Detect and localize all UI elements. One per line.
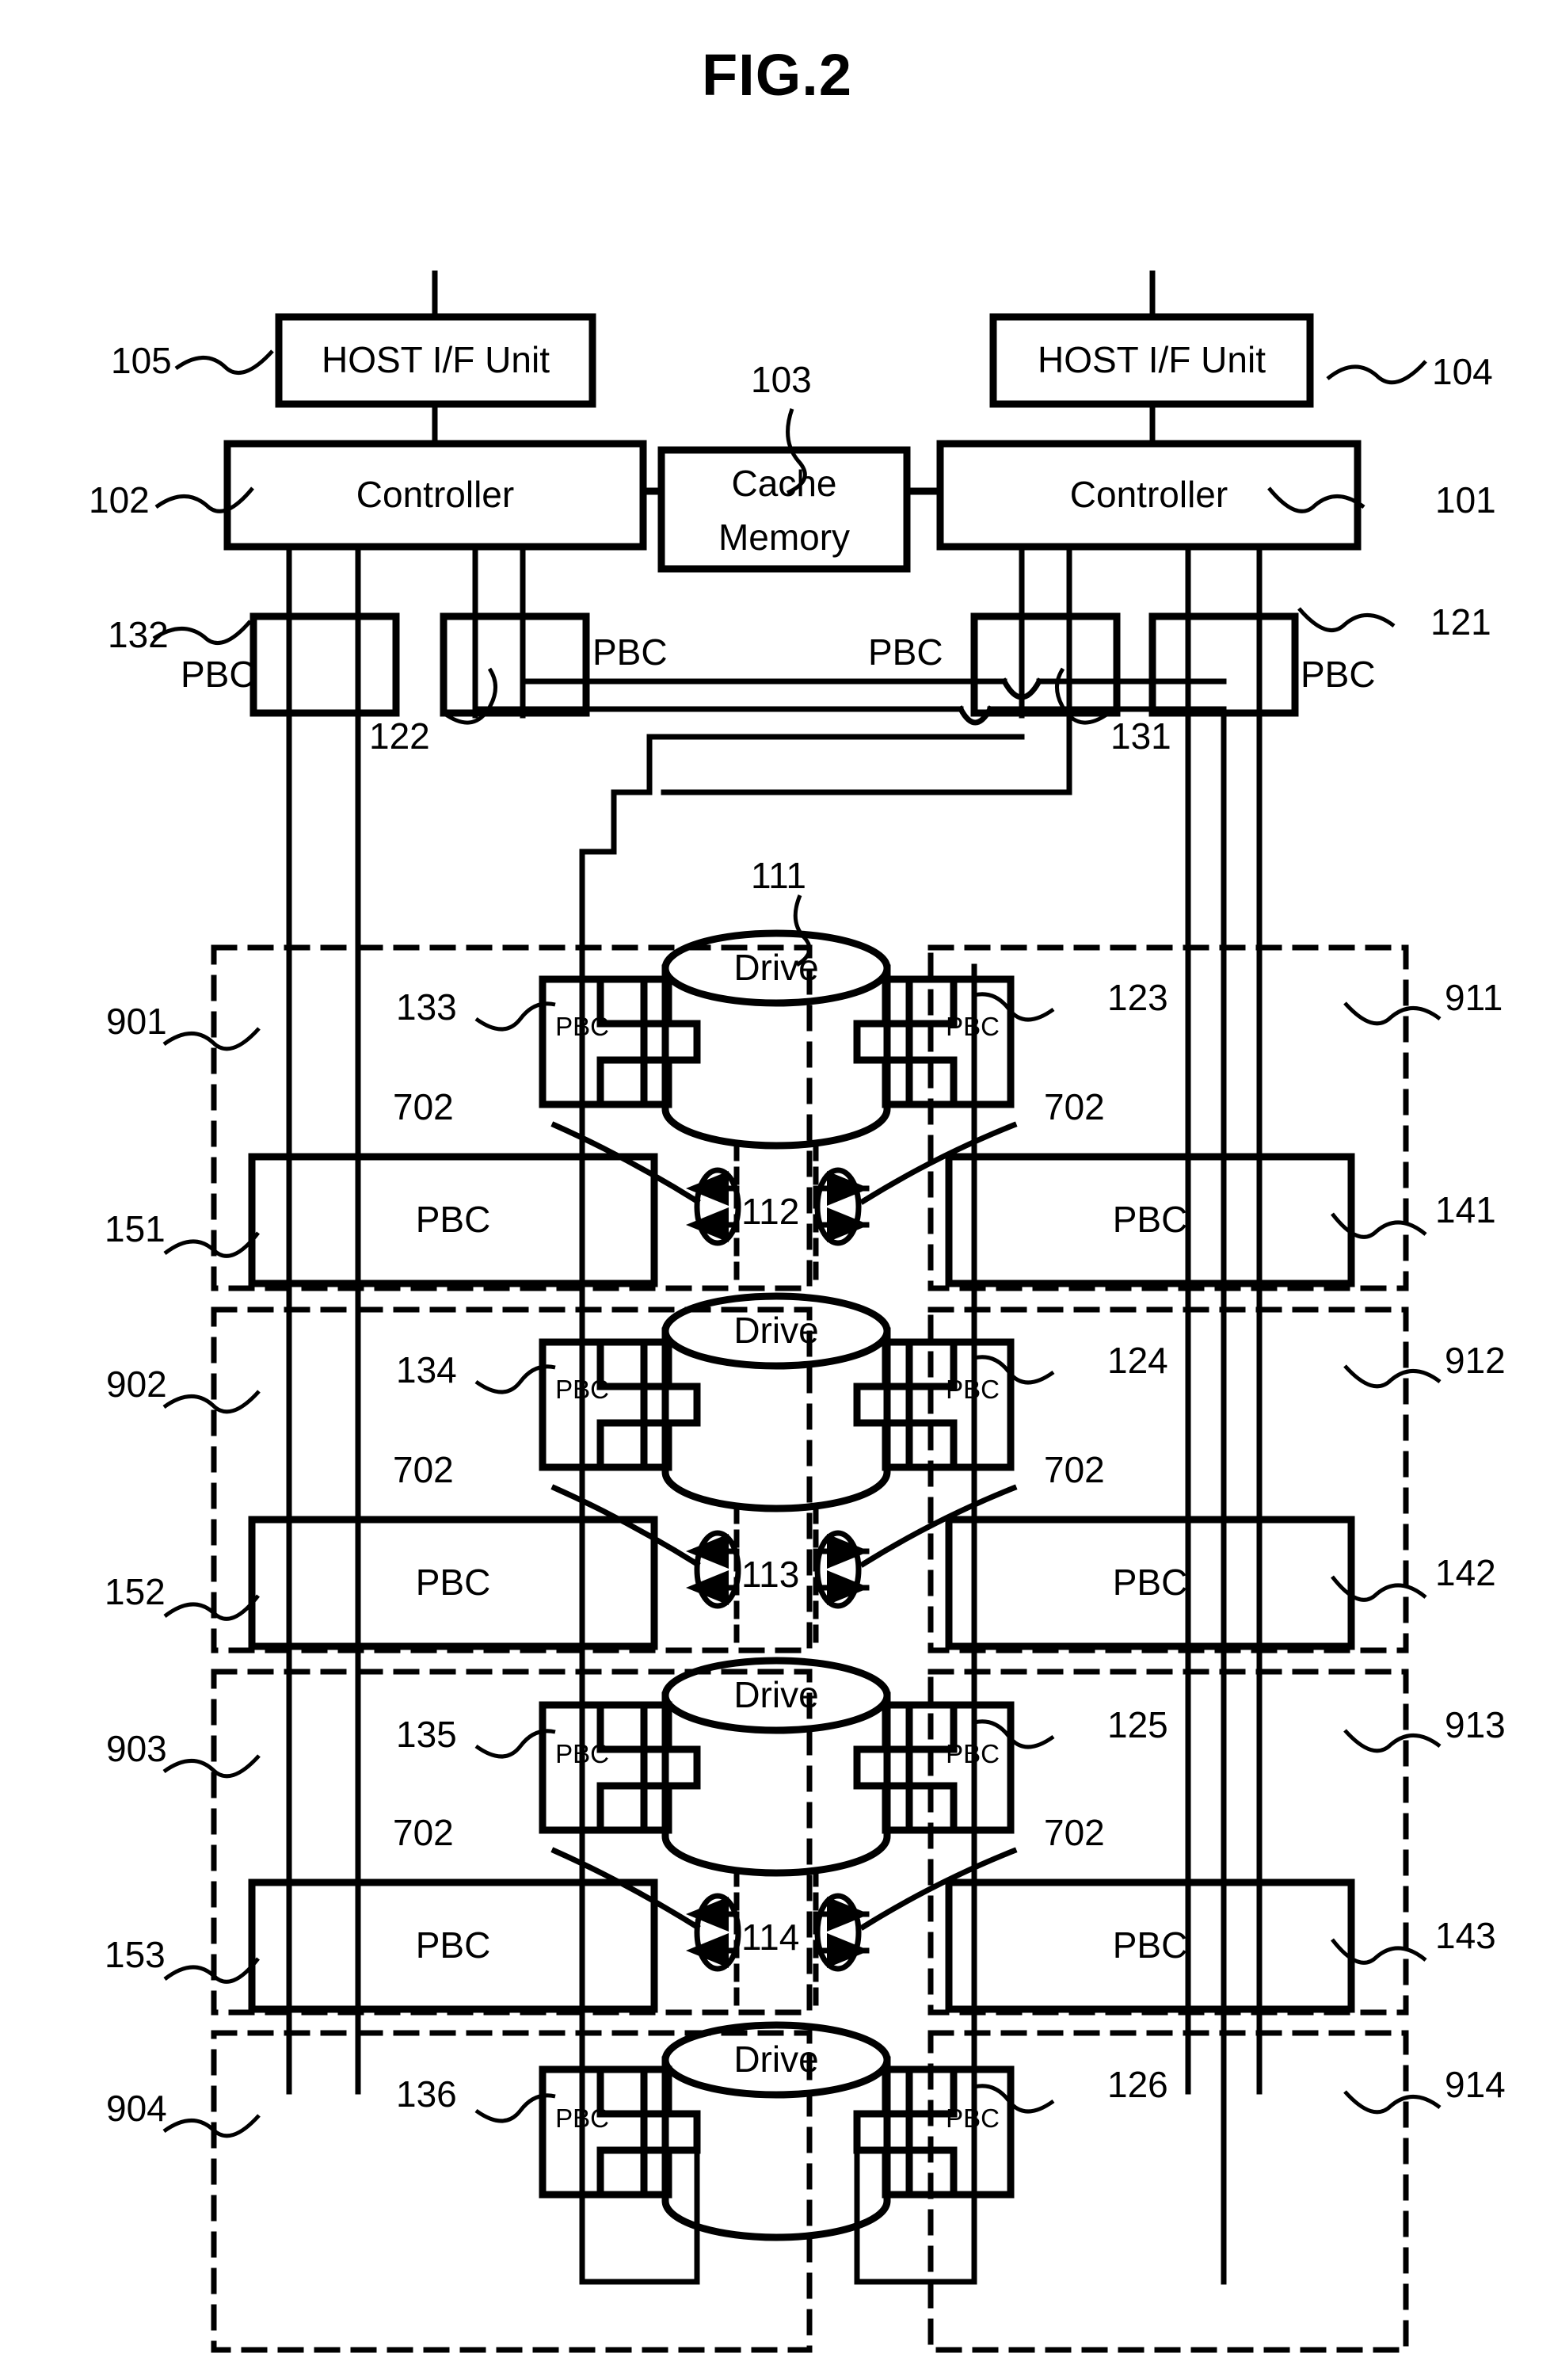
- drive-label-2: Drive: [733, 1310, 819, 1352]
- ref-141: 141: [1435, 1189, 1496, 1230]
- ref-143: 143: [1435, 1915, 1496, 1956]
- ref-131: 131: [1110, 715, 1171, 757]
- patent-figure: FIG.2 HOST I/F Unit HOST I/F Unit 105 10…: [0, 0, 1554, 2380]
- ref-114: 114: [741, 1917, 800, 1958]
- pbc-122-label: PBC: [592, 631, 668, 673]
- pbc-131-box: [970, 612, 1121, 717]
- pbc-124-port-bot: [882, 1419, 958, 1471]
- leader-914: [1343, 2090, 1442, 2115]
- pbc-123-label: PBC: [946, 1012, 1000, 1042]
- pbc-152-label: PBC: [415, 1562, 491, 1604]
- pbc-131-label: PBC: [868, 631, 943, 673]
- ref-133: 133: [396, 986, 457, 1028]
- pbc-135-label: PBC: [555, 1739, 609, 1769]
- drive-label-4: Drive: [733, 2039, 819, 2081]
- ref-151: 151: [105, 1208, 166, 1249]
- pbc-121-box: [1148, 612, 1299, 717]
- pbc-126-label: PBC: [946, 2103, 1000, 2134]
- pbc-136-port-bot: [596, 2146, 672, 2199]
- pbc-133-label: PBC: [555, 1012, 609, 1042]
- pbc-142-label: PBC: [1112, 1562, 1188, 1604]
- controller-right-label: Controller: [1069, 474, 1228, 516]
- pbc-124-label: PBC: [946, 1375, 1000, 1405]
- controller-left-label: Controller: [356, 474, 515, 516]
- pbc-135-port-bot: [596, 1782, 672, 1834]
- ref-702-r3: 702: [1044, 1812, 1105, 1853]
- ref-126: 126: [1107, 2064, 1168, 2105]
- ref-904: 904: [106, 2088, 167, 2129]
- pbc-141-label: PBC: [1112, 1199, 1188, 1241]
- ref-111: 111: [751, 855, 806, 896]
- pbc-132-box: [249, 612, 400, 717]
- leader-911: [1343, 1001, 1442, 1026]
- ref-911: 911: [1445, 977, 1503, 1018]
- ref-136: 136: [396, 2073, 457, 2115]
- ref-902: 902: [106, 1364, 167, 1405]
- ref-112: 112: [741, 1191, 800, 1232]
- drive-label-1: Drive: [733, 947, 819, 989]
- pbc-123-port-bot: [882, 1056, 958, 1108]
- pbc-121-label: PBC: [1301, 654, 1376, 695]
- ref-124: 124: [1107, 1340, 1168, 1381]
- leader-105: [174, 349, 274, 376]
- pbc-125-port-bot: [882, 1782, 958, 1834]
- ref-142: 142: [1435, 1552, 1496, 1593]
- host-if-right-label: HOST I/F Unit: [1038, 339, 1266, 381]
- ref-912: 912: [1445, 1340, 1506, 1381]
- host-if-left-label: HOST I/F Unit: [322, 339, 550, 381]
- feed-pbc133-step: [579, 833, 617, 918]
- pbc-133-port-bot: [596, 1056, 672, 1108]
- pbc-136-label: PBC: [555, 2103, 609, 2134]
- pbc-134-label: PBC: [555, 1375, 609, 1405]
- ref-914: 914: [1445, 2064, 1506, 2105]
- ref-135: 135: [396, 1714, 457, 1755]
- ref-702-r2: 702: [1044, 1449, 1105, 1490]
- leader-912: [1343, 1364, 1442, 1389]
- crossover-right-h2: [661, 734, 1072, 795]
- leader-121: [1297, 607, 1396, 633]
- cache-line-2: Memory: [718, 517, 851, 559]
- ref-702-l1: 702: [393, 1086, 454, 1127]
- pbc-151-label: PBC: [415, 1199, 491, 1241]
- ref-104: 104: [1432, 351, 1493, 392]
- ref-152: 152: [105, 1571, 166, 1612]
- ref-105: 105: [111, 340, 172, 381]
- leader-913: [1343, 1729, 1442, 1753]
- ref-903: 903: [106, 1728, 167, 1769]
- ref-702-l2: 702: [393, 1449, 454, 1490]
- ref-132: 132: [108, 614, 169, 655]
- ref-102: 102: [89, 479, 150, 521]
- leader-104: [1326, 360, 1427, 385]
- ref-702-l3: 702: [393, 1812, 454, 1853]
- ref-101: 101: [1435, 479, 1496, 521]
- pbc-125-label: PBC: [946, 1739, 1000, 1769]
- pbc-122-box: [440, 612, 590, 717]
- ref-702-r1: 702: [1044, 1086, 1105, 1127]
- ref-901: 901: [106, 1001, 167, 1042]
- pbc-143-label: PBC: [1112, 1924, 1188, 1966]
- ref-153: 153: [105, 1934, 166, 1975]
- cache-line-1: Cache: [731, 463, 837, 505]
- pbc-153-label: PBC: [415, 1924, 491, 1966]
- ref-125: 125: [1107, 1704, 1168, 1745]
- ref-122: 122: [369, 715, 430, 757]
- ref-913: 913: [1445, 1704, 1506, 1745]
- ref-123: 123: [1107, 977, 1168, 1018]
- pbc-132-label: PBC: [181, 654, 256, 695]
- drive-label-3: Drive: [733, 1674, 819, 1716]
- ref-121: 121: [1430, 601, 1491, 643]
- ref-134: 134: [396, 1349, 457, 1390]
- ref-113: 113: [741, 1554, 800, 1595]
- pbc-134-port-bot: [596, 1419, 672, 1471]
- ref-103: 103: [751, 359, 812, 400]
- pbc-126-port-bot: [882, 2146, 958, 2199]
- crossover-right-down: [611, 734, 653, 839]
